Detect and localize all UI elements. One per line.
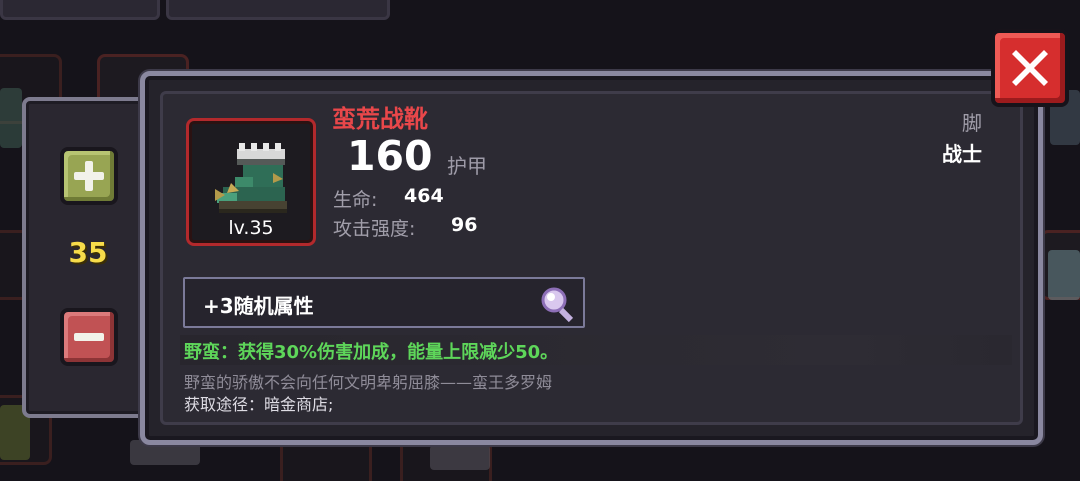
item-source-text: 获取途径：暗金商店; bbox=[184, 395, 334, 414]
game-screen: 35 lv.35 蛮荒战靴 160 护甲 生命: 464 攻击强度: 96 脚 … bbox=[0, 0, 1080, 481]
increase-button[interactable] bbox=[60, 147, 118, 205]
stat-value: 96 bbox=[451, 214, 478, 236]
plus-icon bbox=[74, 161, 104, 191]
item-lore-text: 野蛮的骄傲不会向任何文明卑躬屈膝——蛮王多罗姆 bbox=[184, 373, 553, 392]
boots-icon bbox=[215, 143, 287, 213]
stat-value: 464 bbox=[404, 185, 444, 207]
stat-label: 攻击强度: bbox=[333, 218, 416, 240]
background-item bbox=[0, 88, 22, 148]
item-icon-frame: lv.35 bbox=[186, 118, 316, 246]
random-attributes-box[interactable]: +3随机属性 bbox=[183, 277, 585, 328]
background-item bbox=[1048, 250, 1080, 300]
armor-label: 护甲 bbox=[447, 154, 487, 178]
magnifier-icon[interactable] bbox=[539, 286, 579, 324]
background-item bbox=[430, 445, 490, 470]
quantity-value: 35 bbox=[68, 236, 108, 269]
equipment-slot-label: 脚 bbox=[962, 111, 982, 135]
stat-label: 生命: bbox=[333, 189, 378, 211]
minus-icon bbox=[74, 333, 104, 341]
close-button[interactable] bbox=[991, 29, 1069, 107]
special-effect-text: 野蛮：获得30%伤害加成，能量上限减少50。 bbox=[184, 342, 559, 363]
close-icon bbox=[1012, 50, 1048, 86]
item-name: 蛮荒战靴 bbox=[332, 105, 428, 133]
item-level-badge: lv.35 bbox=[228, 217, 274, 239]
background-tab bbox=[0, 0, 160, 20]
armor-value: 160 bbox=[347, 132, 433, 180]
background-tab bbox=[166, 0, 390, 20]
decrease-button[interactable] bbox=[60, 308, 118, 366]
class-label: 战士 bbox=[942, 142, 982, 166]
random-attributes-label: +3随机属性 bbox=[203, 294, 314, 318]
